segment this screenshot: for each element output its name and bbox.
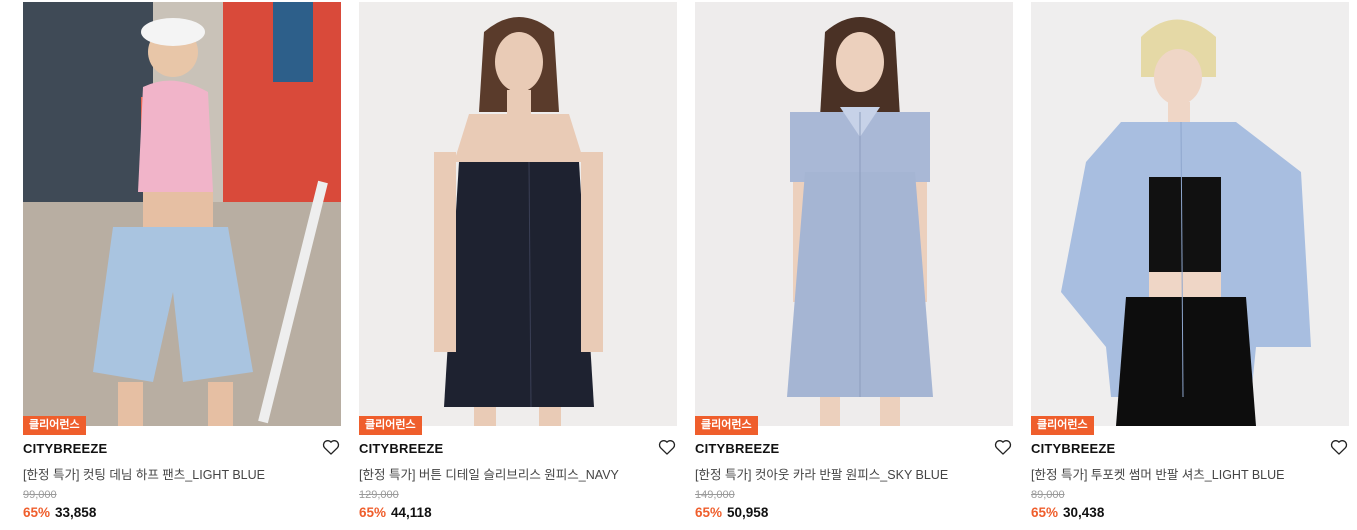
product-name[interactable]: [한정 특가] 투포켓 썸머 반팔 셔츠_LIGHT BLUE bbox=[1031, 464, 1284, 483]
sale-price: 44,118 bbox=[391, 505, 432, 520]
product-image[interactable] bbox=[1031, 2, 1349, 426]
heart-outline-icon[interactable] bbox=[1329, 437, 1349, 457]
heart-outline-icon[interactable] bbox=[321, 437, 341, 457]
product-grid: 클리어런스 CITYBREEZE [한정 특가] 컷팅 데님 하프 팬츠_LIG… bbox=[0, 0, 1357, 530]
clearance-badge: 클리어런스 bbox=[1031, 416, 1094, 435]
discount-rate: 65% bbox=[23, 505, 51, 520]
sale-price: 30,438 bbox=[1063, 505, 1105, 520]
discount-rate: 65% bbox=[359, 505, 387, 520]
product-card[interactable]: 클리어런스 CITYBREEZE [한정 특가] 버튼 디테일 슬리브리스 원피… bbox=[359, 0, 677, 530]
sale-price: 50,958 bbox=[727, 505, 769, 520]
discount-rate: 65% bbox=[1031, 505, 1059, 520]
price-line: 65% 30,438 bbox=[1031, 505, 1104, 520]
original-price: 149,000 bbox=[695, 489, 735, 501]
sale-price: 33,858 bbox=[55, 505, 97, 520]
clearance-badge: 클리어런스 bbox=[695, 416, 758, 435]
product-card[interactable]: 클리어런스 CITYBREEZE [한정 특가] 컷아웃 카라 반팔 원피스_S… bbox=[695, 0, 1013, 530]
heart-outline-icon[interactable] bbox=[657, 437, 677, 457]
product-image[interactable] bbox=[359, 2, 677, 426]
product-name[interactable]: [한정 특가] 컷아웃 카라 반팔 원피스_SKY BLUE bbox=[695, 464, 948, 483]
original-price: 99,000 bbox=[23, 489, 57, 501]
price-line: 65% 50,958 bbox=[695, 505, 768, 520]
brand-name[interactable]: CITYBREEZE bbox=[1031, 441, 1115, 456]
original-price: 129,000 bbox=[359, 489, 399, 501]
clearance-badge: 클리어런스 bbox=[359, 416, 422, 435]
discount-rate: 65% bbox=[695, 505, 723, 520]
product-name[interactable]: [한정 특가] 버튼 디테일 슬리브리스 원피스_NAVY bbox=[359, 464, 619, 483]
product-card[interactable]: 클리어런스 CITYBREEZE [한정 특가] 컷팅 데님 하프 팬츠_LIG… bbox=[23, 0, 341, 530]
original-price: 89,000 bbox=[1031, 489, 1065, 501]
heart-outline-icon[interactable] bbox=[993, 437, 1013, 457]
brand-name[interactable]: CITYBREEZE bbox=[23, 441, 107, 456]
brand-name[interactable]: CITYBREEZE bbox=[359, 441, 443, 456]
price-line: 65% 33,858 bbox=[23, 505, 96, 520]
product-image[interactable] bbox=[695, 2, 1013, 426]
price-line: 65% 44,118 bbox=[359, 505, 432, 520]
clearance-badge: 클리어런스 bbox=[23, 416, 86, 435]
product-card[interactable]: 클리어런스 CITYBREEZE [한정 특가] 투포켓 썸머 반팔 셔츠_LI… bbox=[1031, 0, 1349, 530]
product-image[interactable] bbox=[23, 2, 341, 426]
product-name[interactable]: [한정 특가] 컷팅 데님 하프 팬츠_LIGHT BLUE bbox=[23, 464, 265, 483]
brand-name[interactable]: CITYBREEZE bbox=[695, 441, 779, 456]
